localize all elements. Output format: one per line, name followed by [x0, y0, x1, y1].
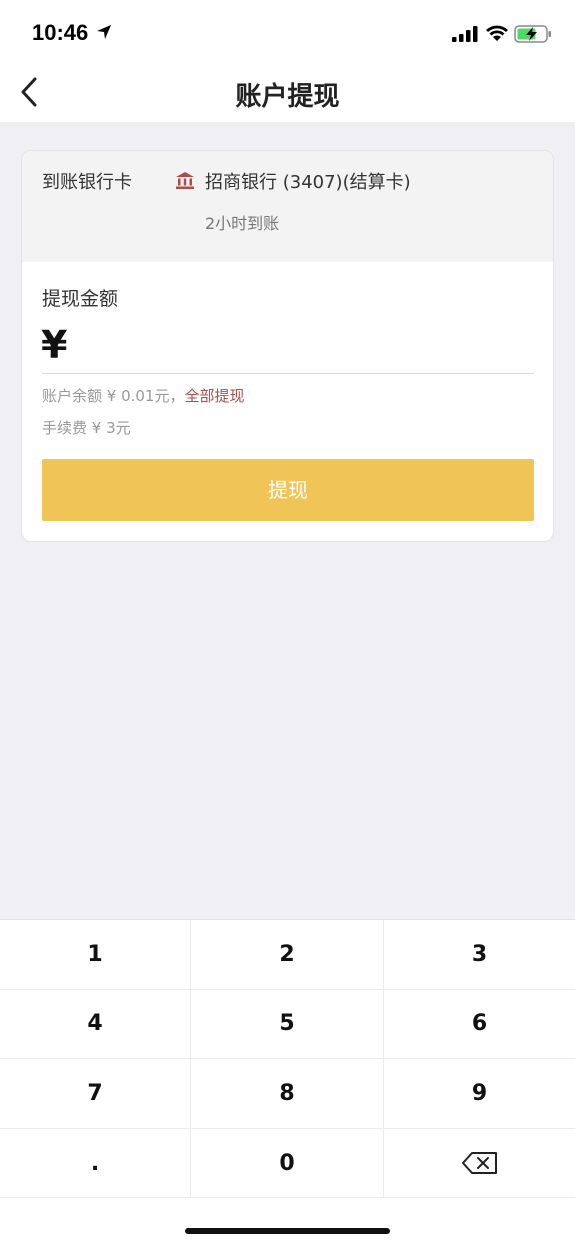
fee-text: 手续费 ¥ 3元 [42, 419, 131, 437]
key-5[interactable]: 5 [191, 989, 384, 1059]
wifi-icon [486, 25, 508, 41]
bank-card-section[interactable]: 到账银行卡 招商银行 (3407)(结算卡) 2小时到账 [22, 151, 553, 262]
currency-symbol: ¥ [41, 323, 68, 367]
bank-icon [176, 172, 194, 189]
key-8[interactable]: 8 [191, 1059, 384, 1129]
key-6[interactable]: 6 [384, 990, 575, 1059]
home-indicator[interactable] [185, 1228, 390, 1234]
status-bar: 10:46 [0, 0, 575, 62]
page-title: 账户提现 [235, 82, 340, 112]
amount-label: 提现金额 [42, 288, 119, 310]
home-indicator-area [0, 1197, 575, 1245]
amount-divider [42, 373, 534, 374]
key-2[interactable]: 2 [191, 920, 384, 990]
status-time: 10:46 [32, 20, 89, 45]
backspace-icon [461, 1152, 497, 1175]
arrival-time-note: 2小时到账 [205, 214, 280, 233]
key-1[interactable]: 1 [0, 920, 191, 990]
key-4[interactable]: 4 [0, 989, 191, 1059]
key-0[interactable]: 0 [191, 1128, 384, 1198]
bank-card-label: 到账银行卡 [42, 172, 132, 193]
key-3[interactable]: 3 [384, 920, 575, 990]
key-backspace[interactable] [384, 1129, 575, 1199]
battery-charging-icon [514, 25, 551, 43]
location-arrow-icon [97, 25, 111, 39]
balance-text: 账户余额 ¥ 0.01元， [42, 387, 185, 405]
key-9[interactable]: 9 [384, 1059, 575, 1129]
bank-name: 招商银行 (3407)(结算卡) [205, 172, 411, 193]
withdraw-all-link[interactable]: 全部提现 [184, 387, 244, 405]
balance-row: 账户余额 ¥ 0.01元，全部提现 [42, 385, 245, 406]
nav-bar: 账户提现 [0, 62, 575, 122]
numeric-keypad: 1 2 3 4 5 6 7 8 9 . 0 [0, 919, 575, 1199]
withdraw-button[interactable]: 提现 [42, 459, 534, 521]
key-7[interactable]: 7 [0, 1059, 191, 1129]
amount-input[interactable] [86, 327, 526, 367]
withdraw-card: 到账银行卡 招商银行 (3407)(结算卡) 2小时到账 提现金额 ¥ 账户余额… [21, 150, 554, 542]
key-decimal-point[interactable]: . [0, 1128, 191, 1198]
cellular-signal-icon [452, 26, 478, 42]
